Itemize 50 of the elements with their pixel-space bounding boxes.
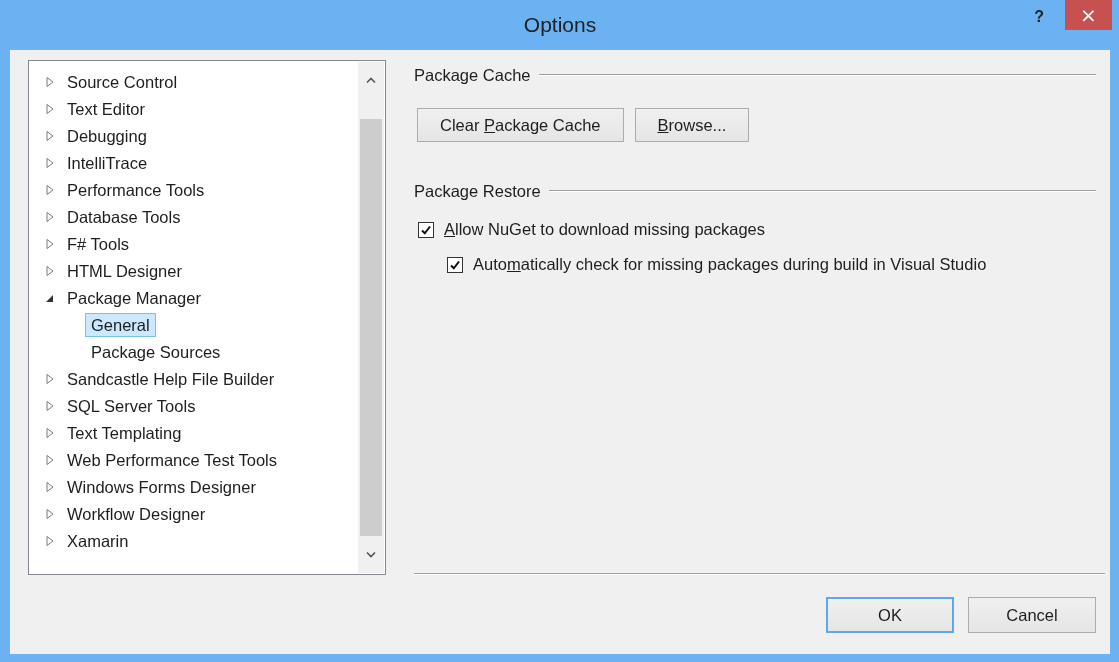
tree-item[interactable]: Text Editor: [61, 96, 151, 121]
tree-item[interactable]: Windows Forms Designer: [61, 474, 262, 499]
collapsed-arrow-icon[interactable]: [45, 264, 55, 277]
collapsed-arrow-icon[interactable]: [45, 372, 55, 385]
checkbox-label[interactable]: Automatically check for missing packages during build in Visual Studio: [473, 255, 987, 274]
tree-item[interactable]: Package Manager: [61, 285, 207, 310]
tree-item[interactable]: Package Sources: [85, 339, 227, 364]
tree-item[interactable]: F# Tools: [61, 231, 136, 256]
close-button[interactable]: ×: [1065, 0, 1112, 30]
action-button[interactable]: Browse...: [634, 108, 750, 142]
checkbox-label[interactable]: Allow NuGet to download missing packages: [444, 220, 765, 239]
collapsed-arrow-icon[interactable]: [45, 426, 55, 439]
help-button[interactable]: ?: [1026, 4, 1052, 30]
tree-item[interactable]: Source Control: [61, 69, 184, 94]
scrollbar-thumb[interactable]: [360, 119, 382, 536]
tree-item[interactable]: Sandcastle Help File Builder: [61, 366, 281, 391]
collapsed-arrow-icon[interactable]: [45, 507, 55, 520]
tree-item[interactable]: Debugging: [61, 123, 153, 148]
collapsed-arrow-icon[interactable]: [45, 534, 55, 547]
dialog-button[interactable]: OK: [826, 597, 954, 633]
collapsed-arrow-icon[interactable]: [45, 129, 55, 142]
checkbox[interactable]: [447, 256, 463, 273]
tree-item[interactable]: Web Performance Test Tools: [61, 447, 284, 472]
collapsed-arrow-icon[interactable]: [45, 156, 55, 169]
tree-item[interactable]: IntelliTrace: [61, 150, 154, 175]
collapsed-arrow-icon[interactable]: [45, 399, 55, 412]
tree-item[interactable]: HTML Designer: [61, 258, 188, 283]
collapsed-arrow-icon[interactable]: [45, 183, 55, 196]
scrollbar[interactable]: [358, 62, 384, 573]
tree-item[interactable]: Xamarin: [61, 528, 135, 553]
collapsed-arrow-icon[interactable]: [45, 480, 55, 493]
tree-item[interactable]: Text Templating: [61, 420, 188, 445]
tree-item[interactable]: SQL Server Tools: [61, 393, 202, 418]
collapsed-arrow-icon[interactable]: [45, 453, 55, 466]
action-button[interactable]: Clear Package Cache: [417, 108, 624, 142]
tree-item[interactable]: General: [85, 312, 156, 337]
section-title: Package Restore: [414, 181, 541, 201]
window-title: Options: [523, 13, 597, 37]
collapsed-arrow-icon[interactable]: [45, 210, 55, 223]
collapsed-arrow-icon[interactable]: [45, 75, 55, 88]
tree-item[interactable]: Performance Tools: [61, 177, 211, 202]
dialog-button[interactable]: Cancel: [968, 597, 1096, 633]
collapsed-arrow-icon[interactable]: [45, 237, 55, 250]
tree-item[interactable]: Database Tools: [61, 204, 187, 229]
section-title: Package Cache: [414, 65, 531, 85]
scroll-down-icon[interactable]: [366, 551, 376, 558]
tree-item[interactable]: Workflow Designer: [61, 501, 212, 526]
collapsed-arrow-icon[interactable]: [45, 102, 55, 115]
checkbox[interactable]: [418, 221, 434, 238]
scroll-up-icon[interactable]: [366, 77, 376, 84]
